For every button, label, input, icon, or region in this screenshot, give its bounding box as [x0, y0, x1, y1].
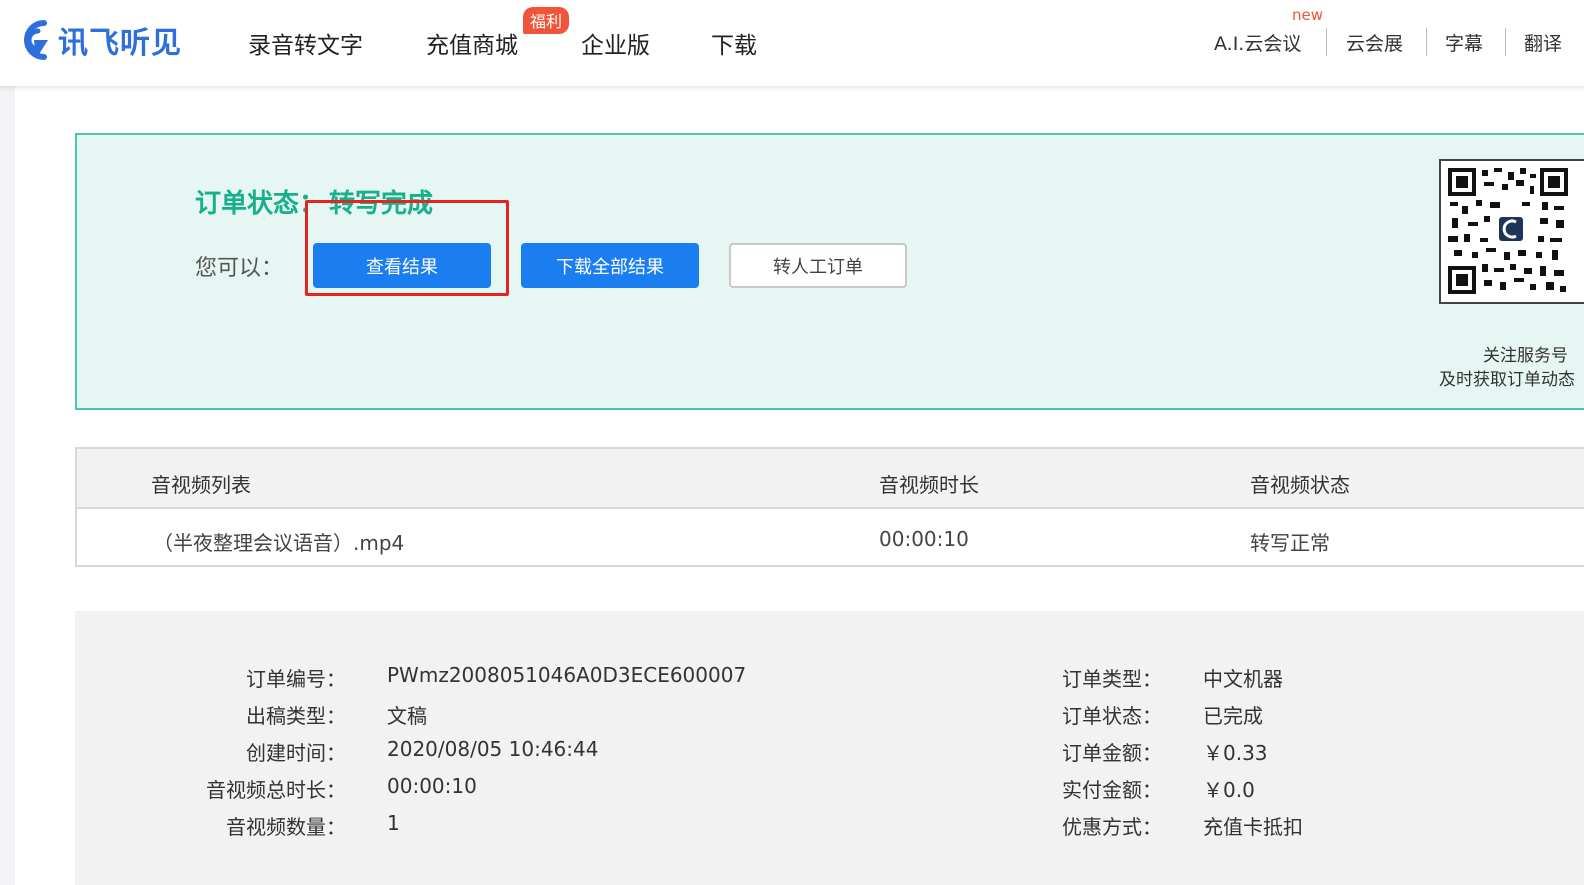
order-id-label: 订单编号： — [246, 667, 346, 691]
media-status: 转写正常 — [1250, 531, 1330, 555]
media-table: 音视频列表 音视频时长 音视频状态 （半夜整理会议语音）.mp4 00:00:1… — [75, 447, 1584, 567]
column-header-duration: 音视频时长 — [879, 473, 979, 497]
discount-method-label: 优惠方式： — [1062, 815, 1162, 839]
order-type-label: 订单类型： — [1062, 667, 1162, 691]
qr-code-icon — [1446, 166, 1568, 296]
column-header-file-list: 音视频列表 — [151, 473, 251, 497]
column-header-status: 音视频状态 — [1250, 473, 1350, 497]
new-badge: new — [1292, 6, 1324, 24]
logo[interactable]: 讯飞听见 — [14, 14, 182, 66]
link-translate[interactable]: 翻译 — [1524, 29, 1562, 56]
actions-label: 您可以： — [195, 256, 284, 281]
created-time-value: 2020/08/05 10:46:44 — [387, 737, 599, 761]
total-duration-label: 音视频总时长： — [206, 778, 346, 802]
order-type-value: 中文机器 — [1203, 667, 1283, 691]
top-navbar: 讯飞听见 录音转文字 充值商城 福利 企业版 下载 new A.I.云会议 云会… — [0, 0, 1584, 86]
nav-enterprise[interactable]: 企业版 — [581, 26, 650, 60]
file-count-label: 音视频数量： — [226, 815, 346, 839]
link-subtitles[interactable]: 字幕 — [1445, 29, 1483, 56]
discount-method-value: 充值卡抵扣 — [1203, 815, 1303, 839]
qr-caption-follow: 关注服务号 — [1483, 346, 1568, 366]
media-file-name: （半夜整理会议语音）.mp4 — [153, 531, 405, 555]
highlight-box — [305, 200, 509, 296]
total-duration-value: 00:00:10 — [387, 774, 477, 798]
hot-badge: 福利 — [523, 7, 570, 34]
file-count-value: 1 — [387, 811, 400, 835]
link-cloud-expo[interactable]: 云会展 — [1346, 29, 1403, 56]
logo-text: 讯飞听见 — [58, 26, 182, 61]
order-state-label: 订单状态： — [1062, 704, 1162, 728]
nav-divider — [1326, 28, 1327, 56]
manual-order-button[interactable]: 转人工订单 — [729, 243, 907, 288]
paid-amount-value: ￥0.0 — [1203, 778, 1255, 802]
nav-divider — [1426, 28, 1427, 56]
qr-caption-updates: 及时获取订单动态 — [1439, 370, 1575, 390]
link-ai-meeting[interactable]: A.I.云会议 — [1214, 29, 1301, 56]
nav-divider — [1505, 28, 1506, 56]
order-amount-label: 订单金额： — [1062, 741, 1162, 765]
output-type-label: 出稿类型： — [246, 704, 346, 728]
download-all-button[interactable]: 下载全部结果 — [521, 243, 699, 288]
left-gutter — [0, 86, 15, 885]
output-type-value: 文稿 — [387, 704, 427, 728]
logo-icon — [24, 20, 48, 60]
order-id-value: PWmz2008051046A0D3ECE600007 — [387, 663, 747, 687]
media-duration: 00:00:10 — [879, 527, 969, 551]
paid-amount-label: 实付金额： — [1062, 778, 1162, 802]
order-amount-value: ￥0.33 — [1203, 741, 1268, 765]
nav-transcribe[interactable]: 录音转文字 — [248, 26, 363, 60]
nav-download[interactable]: 下载 — [711, 26, 757, 60]
order-state-value: 已完成 — [1203, 704, 1263, 728]
nav-store[interactable]: 充值商城 — [426, 26, 518, 60]
created-time-label: 创建时间： — [246, 741, 346, 765]
table-header: 音视频列表 音视频时长 音视频状态 — [77, 449, 1584, 509]
